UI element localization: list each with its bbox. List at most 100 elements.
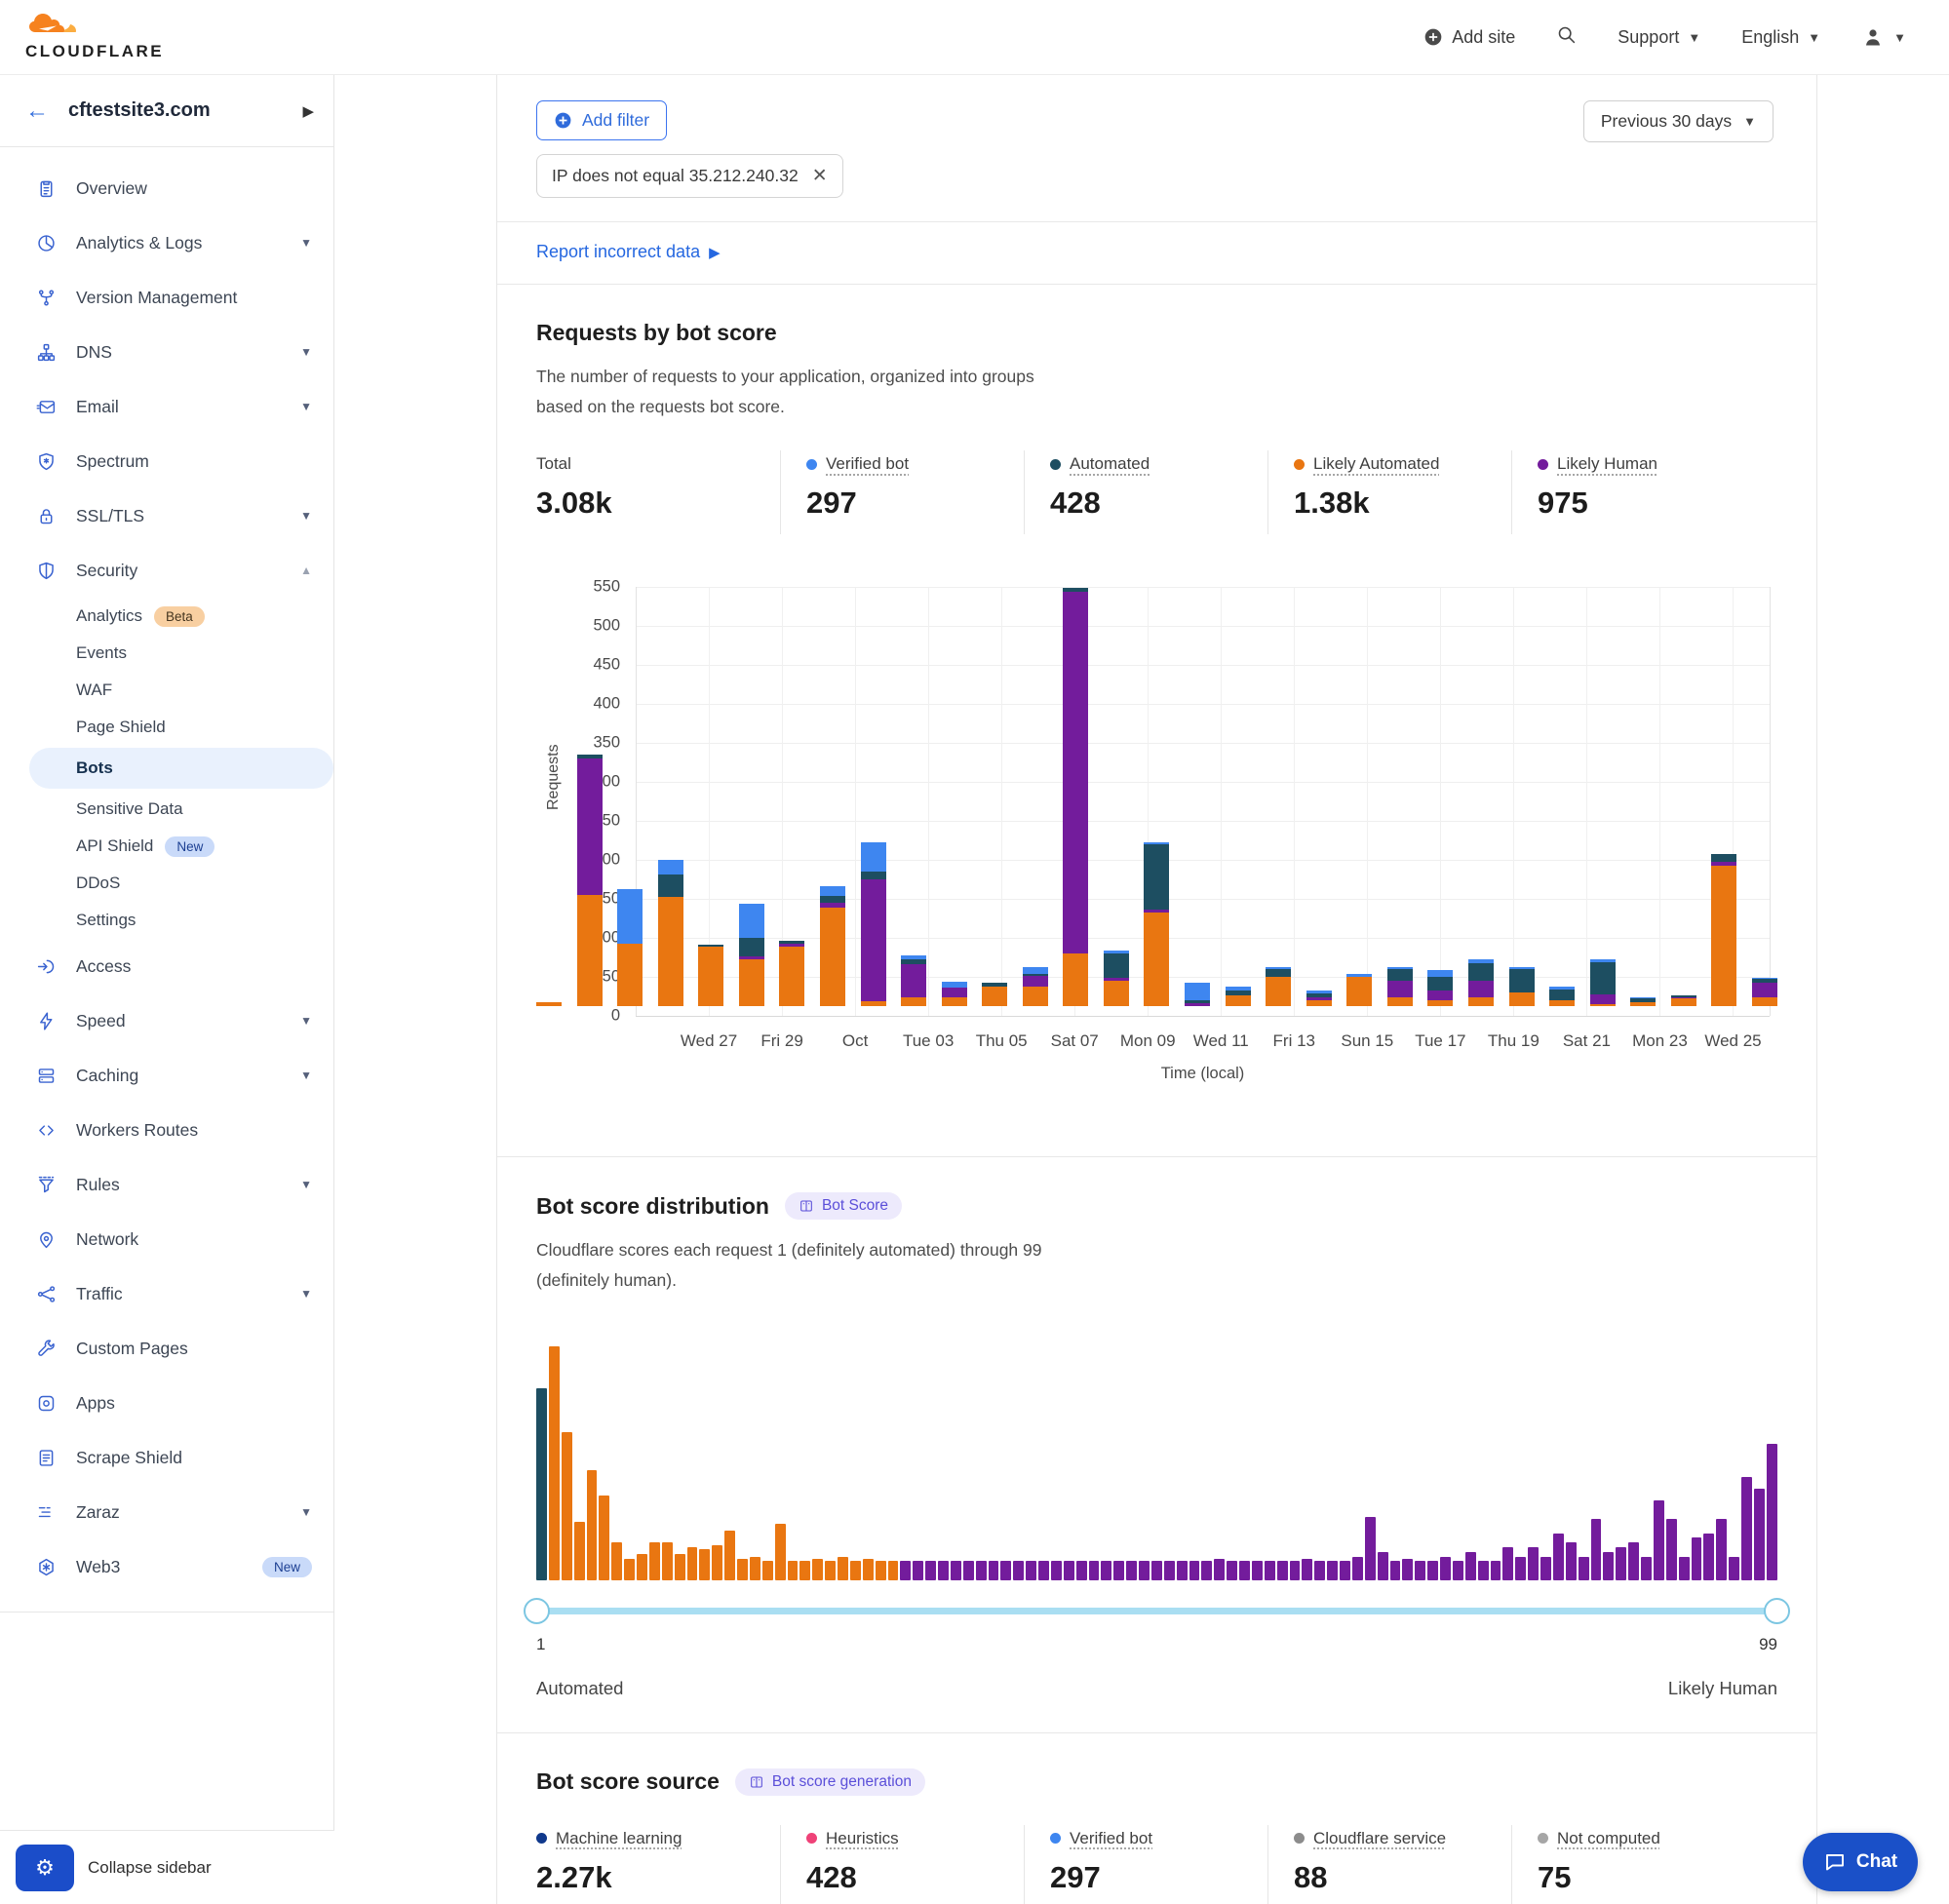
date-range-select[interactable]: Previous 30 days ▼ [1583, 100, 1774, 142]
histogram-bar[interactable] [1767, 1444, 1777, 1579]
histogram-bar[interactable] [649, 1542, 660, 1579]
histogram-bar[interactable] [1402, 1559, 1413, 1580]
bot-score-generation-badge[interactable]: Bot score generation [735, 1768, 925, 1796]
stacked-bar[interactable] [1306, 991, 1332, 1006]
sidebar-item-caching[interactable]: Caching▼ [0, 1048, 333, 1103]
histogram-bar[interactable] [624, 1559, 635, 1580]
stacked-bar[interactable] [1063, 588, 1088, 1007]
stat-label[interactable]: Verified bot [1050, 1829, 1248, 1848]
stacked-bar[interactable] [861, 842, 886, 1006]
stat-label[interactable]: Heuristics [806, 1829, 1004, 1848]
histogram-bar[interactable] [1515, 1557, 1526, 1580]
histogram-bar[interactable] [549, 1346, 560, 1580]
sidebar-item-ssl-tls[interactable]: SSL/TLS▼ [0, 488, 333, 543]
sidebar-item-dns[interactable]: DNS▼ [0, 325, 333, 379]
stacked-bar[interactable] [536, 1002, 562, 1006]
histogram-bar[interactable] [1491, 1561, 1501, 1579]
histogram-bar[interactable] [1113, 1561, 1124, 1579]
sidebar-item-rules[interactable]: Rules▼ [0, 1157, 333, 1212]
stacked-bar[interactable] [1509, 967, 1535, 1006]
histogram-bar[interactable] [1453, 1561, 1463, 1579]
histogram-bar[interactable] [963, 1561, 974, 1579]
histogram-bar[interactable] [1164, 1561, 1175, 1579]
stacked-bar[interactable] [1671, 995, 1696, 1006]
histogram-bar[interactable] [687, 1547, 698, 1580]
histogram-bar[interactable] [1340, 1561, 1350, 1579]
histogram-bar[interactable] [1051, 1561, 1062, 1579]
sidebar-item-custom-pages[interactable]: Custom Pages [0, 1321, 333, 1376]
histogram-bar[interactable] [799, 1561, 810, 1579]
stat-label[interactable]: Not computed [1538, 1829, 1735, 1848]
histogram-bar[interactable] [1679, 1557, 1690, 1580]
histogram-bar[interactable] [1277, 1561, 1288, 1579]
sidebar-item-scrape-shield[interactable]: Scrape Shield [0, 1430, 333, 1485]
add-filter-button[interactable]: Add filter [536, 100, 667, 140]
slider-track[interactable] [536, 1608, 1777, 1614]
histogram-bar[interactable] [1139, 1561, 1150, 1579]
histogram-bar[interactable] [1177, 1561, 1188, 1579]
site-header[interactable]: ← cftestsite3.com ▶ [0, 75, 333, 147]
histogram-bar[interactable] [1628, 1542, 1639, 1579]
histogram-bar[interactable] [1327, 1561, 1338, 1579]
sidebar-item-version-management[interactable]: Version Management [0, 270, 333, 325]
histogram-bar[interactable] [1026, 1561, 1036, 1579]
histogram-bar[interactable] [662, 1542, 673, 1579]
report-incorrect-data-link[interactable]: Report incorrect data▶ [536, 242, 721, 262]
settings-gear-button[interactable]: ⚙ [16, 1845, 74, 1891]
histogram-bar[interactable] [587, 1470, 598, 1580]
histogram-bar[interactable] [1591, 1519, 1602, 1579]
stat-label[interactable]: Machine learning [536, 1829, 760, 1848]
histogram-bar[interactable] [574, 1522, 585, 1580]
histogram-bar[interactable] [1076, 1561, 1087, 1579]
histogram-bar[interactable] [775, 1524, 786, 1580]
histogram-bar[interactable] [1427, 1561, 1438, 1579]
histogram-bar[interactable] [1314, 1561, 1325, 1579]
stacked-bar[interactable] [1346, 974, 1372, 1007]
histogram-bar[interactable] [1239, 1561, 1250, 1579]
histogram-bar[interactable] [1741, 1477, 1752, 1580]
histogram-bar[interactable] [750, 1557, 760, 1580]
stacked-bar[interactable] [1104, 951, 1129, 1007]
add-site-button[interactable]: Add site [1423, 27, 1515, 48]
sidebar-subitem-ddos[interactable]: DDoS [0, 865, 333, 902]
stacked-bar[interactable] [1226, 987, 1251, 1006]
histogram-bar[interactable] [1378, 1552, 1388, 1580]
sidebar-subitem-sensitive-data[interactable]: Sensitive Data [0, 791, 333, 828]
stacked-bar[interactable] [1549, 987, 1575, 1006]
bot-score-badge[interactable]: Bot Score [785, 1192, 902, 1220]
histogram-bar[interactable] [913, 1561, 923, 1579]
histogram-bar[interactable] [900, 1561, 911, 1579]
sidebar-item-zaraz[interactable]: Zaraz▼ [0, 1485, 333, 1539]
histogram-bar[interactable] [1415, 1561, 1425, 1579]
sidebar-item-web3[interactable]: Web3New [0, 1539, 333, 1594]
cloudflare-logo[interactable]: CLOUDFLARE [25, 13, 164, 61]
histogram-bar[interactable] [1729, 1557, 1739, 1580]
sidebar-item-traffic[interactable]: Traffic▼ [0, 1266, 333, 1321]
histogram-bar[interactable] [1101, 1561, 1111, 1579]
histogram-bar[interactable] [724, 1531, 735, 1579]
stacked-bar[interactable] [1711, 854, 1736, 1006]
stat-label[interactable]: Likely Human [1538, 454, 1735, 474]
histogram-bar[interactable] [1692, 1537, 1702, 1579]
histogram-bar[interactable] [938, 1561, 949, 1579]
sidebar-subitem-settings[interactable]: Settings [0, 902, 333, 939]
histogram-bar[interactable] [1553, 1534, 1564, 1580]
stacked-bar[interactable] [1185, 983, 1210, 1006]
histogram-bar[interactable] [1252, 1561, 1263, 1579]
language-menu[interactable]: English▼ [1741, 27, 1820, 48]
histogram-bar[interactable] [1201, 1561, 1212, 1579]
stacked-bar[interactable] [1144, 842, 1169, 1006]
stacked-bar[interactable] [1590, 959, 1616, 1006]
histogram-bar[interactable] [1641, 1557, 1652, 1580]
stacked-bar[interactable] [698, 945, 723, 1006]
histogram-bar[interactable] [863, 1559, 874, 1580]
histogram-bar[interactable] [976, 1561, 987, 1579]
histogram-bar[interactable] [1440, 1557, 1451, 1580]
sidebar-subitem-api-shield[interactable]: API ShieldNew [0, 828, 333, 865]
histogram-bar[interactable] [1390, 1561, 1401, 1579]
histogram-bar[interactable] [1666, 1519, 1677, 1579]
sidebar-item-spectrum[interactable]: Spectrum [0, 434, 333, 488]
chat-button[interactable]: Chat [1803, 1833, 1918, 1891]
stacked-bar[interactable] [1023, 967, 1048, 1006]
histogram-bar[interactable] [737, 1559, 748, 1580]
